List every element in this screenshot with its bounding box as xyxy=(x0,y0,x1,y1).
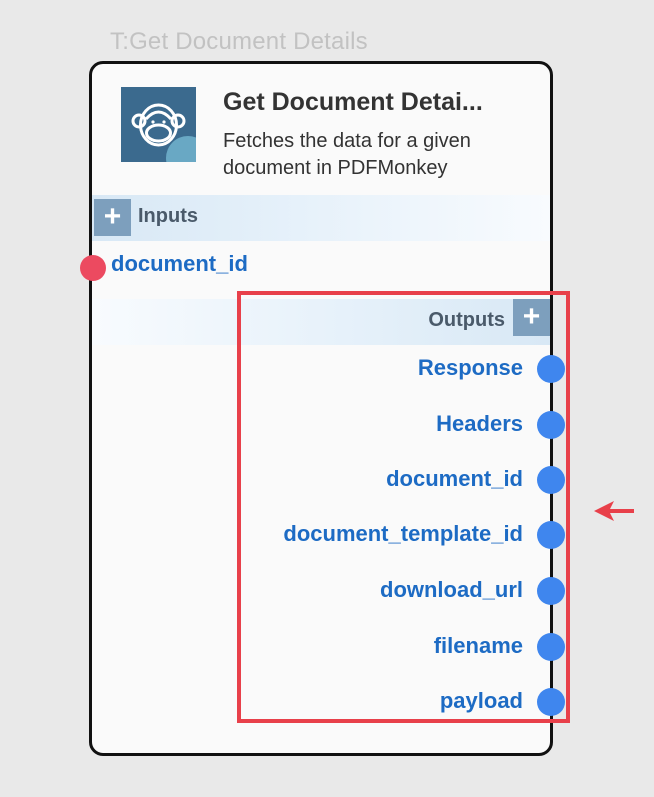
inputs-section-header: + Inputs xyxy=(92,195,550,241)
node-description: Fetches the data for a given document in… xyxy=(223,130,471,179)
pdfmonkey-logo-icon xyxy=(121,87,196,162)
input-port-label: document_id xyxy=(111,251,248,276)
input-port-row: document_id xyxy=(80,249,392,281)
node-tag-title: T:Get Document Details xyxy=(110,28,368,55)
node-title: Get Document Detai... xyxy=(223,88,483,116)
input-port-connector[interactable] xyxy=(80,255,106,281)
pointer-arrow-icon xyxy=(594,501,634,521)
outputs-highlight-box xyxy=(237,291,570,723)
add-input-button[interactable]: + xyxy=(94,199,131,236)
inputs-label: Inputs xyxy=(138,205,198,227)
